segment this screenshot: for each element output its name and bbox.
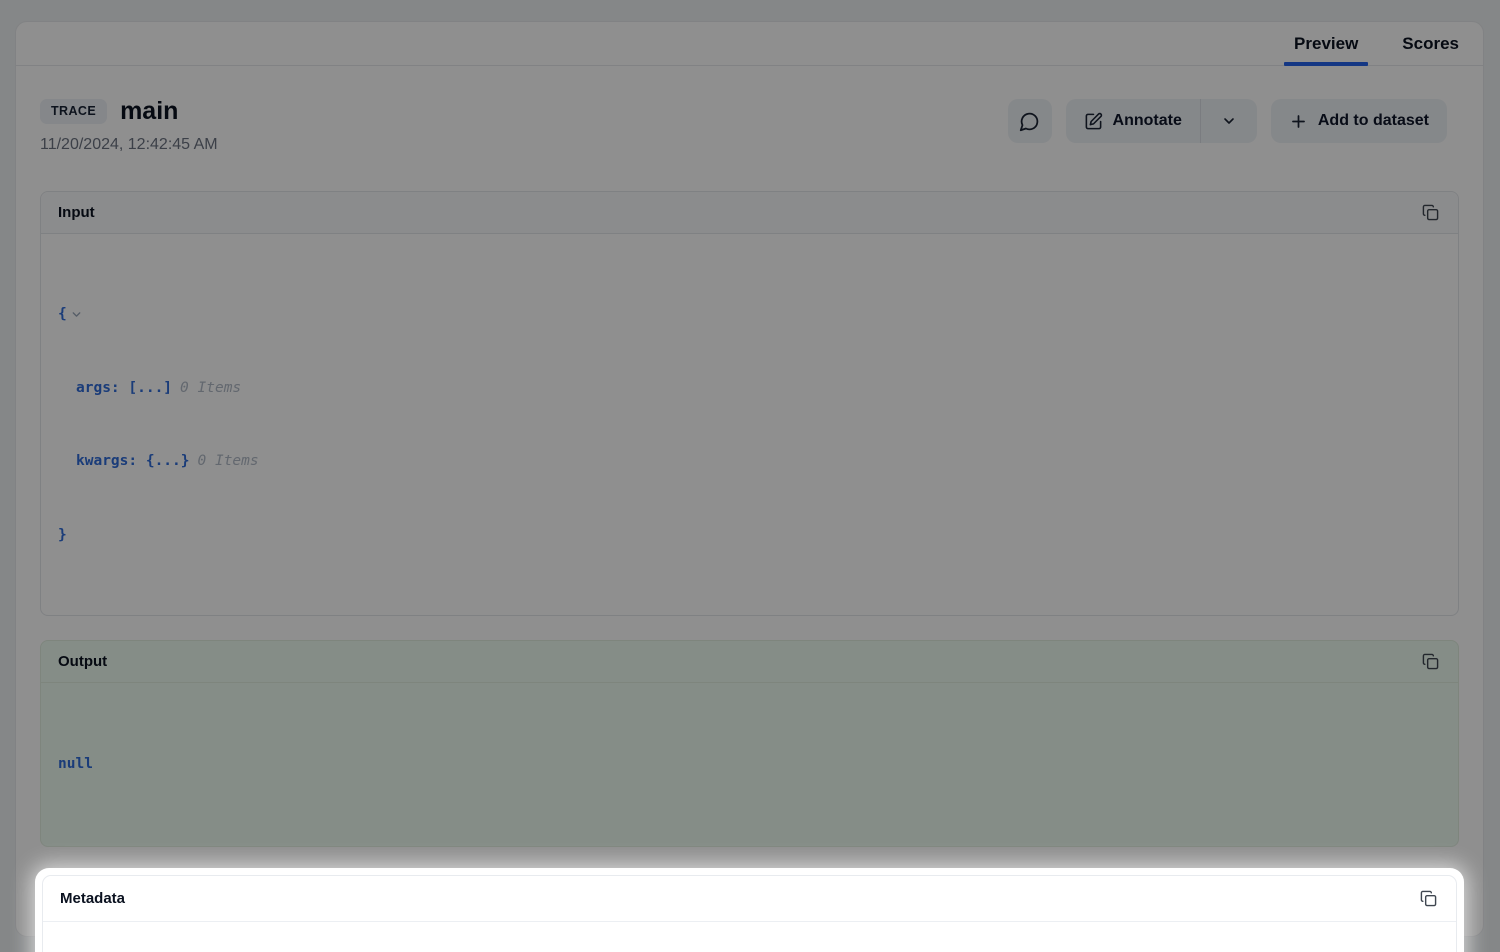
- add-to-dataset-button[interactable]: Add to dataset: [1271, 99, 1447, 143]
- tab-scores[interactable]: Scores: [1392, 22, 1469, 65]
- annotate-button[interactable]: Annotate: [1066, 99, 1201, 143]
- copy-icon: [1422, 204, 1439, 221]
- copy-icon: [1420, 890, 1437, 907]
- output-panel-title: Output: [58, 653, 107, 670]
- input-panel: Input { args: [...] 0 Items kwargs: {...}…: [40, 191, 1459, 616]
- input-json-viewer: { args: [...] 0 Items kwargs: {...} 0 Item…: [41, 234, 1458, 615]
- trace-type-badge: TRACE: [40, 99, 107, 124]
- add-to-dataset-label: Add to dataset: [1318, 112, 1429, 130]
- trace-actions: Annotate Add to dataset: [1008, 99, 1447, 143]
- tab-preview-label: Preview: [1294, 34, 1358, 54]
- json-line: }: [58, 523, 1441, 548]
- chevron-down-icon: [1221, 113, 1237, 129]
- json-line: kwargs: {...} 0 Items: [58, 449, 1441, 474]
- json-line: null: [58, 752, 1441, 777]
- copy-icon: [1422, 653, 1439, 670]
- input-panel-header: Input: [41, 192, 1458, 234]
- trace-header: TRACE main 11/20/2024, 12:42:45 AM Annot…: [40, 97, 1459, 154]
- page-background: Preview Scores TRACE main 11/20/2024, 12…: [0, 0, 1500, 952]
- trace-detail-card: Preview Scores TRACE main 11/20/2024, 12…: [15, 21, 1484, 937]
- tab-scores-label: Scores: [1402, 34, 1459, 54]
- annotate-button-label: Annotate: [1113, 112, 1182, 130]
- json-key: kwargs:: [76, 449, 137, 474]
- plus-icon: [1289, 112, 1308, 131]
- metadata-panel-header: Metadata: [43, 876, 1456, 922]
- copy-input-button[interactable]: [1420, 202, 1441, 223]
- tab-preview[interactable]: Preview: [1284, 22, 1368, 65]
- preview-scores-tabs: Preview Scores: [16, 22, 1483, 66]
- json-close-brace: }: [58, 523, 67, 548]
- page-title: main: [120, 97, 178, 126]
- comment-button[interactable]: [1008, 99, 1052, 143]
- copy-output-button[interactable]: [1420, 651, 1441, 672]
- json-collapsed-object: {...}: [146, 449, 190, 474]
- chevron-down-icon: [70, 308, 83, 321]
- json-items-count: 0 Items: [198, 449, 259, 474]
- metadata-panel: Metadata { context: "@@@langfuseMedia:ty…: [42, 875, 1457, 952]
- json-collapsed-array: [...]: [128, 376, 172, 401]
- json-null-value: null: [58, 752, 93, 777]
- output-json-viewer: null: [41, 683, 1458, 846]
- json-line: {: [58, 302, 1441, 327]
- json-open-brace: {: [58, 302, 67, 327]
- json-items-count: 0 Items: [180, 376, 241, 401]
- json-key: args:: [76, 376, 120, 401]
- collapse-toggle-button[interactable]: [70, 308, 83, 321]
- output-panel-header: Output: [41, 641, 1458, 683]
- trace-content: TRACE main 11/20/2024, 12:42:45 AM Annot…: [16, 97, 1483, 952]
- json-line: args: [...] 0 Items: [58, 376, 1441, 401]
- metadata-panel-title: Metadata: [60, 890, 125, 907]
- edit-pen-icon: [1084, 112, 1103, 131]
- input-panel-title: Input: [58, 204, 95, 221]
- copy-metadata-button[interactable]: [1418, 888, 1439, 909]
- output-panel: Output null: [40, 640, 1459, 847]
- metadata-json-viewer: { context: "@@@langfuseMedia:type=applic…: [43, 922, 1456, 952]
- comment-icon: [1019, 111, 1040, 132]
- active-tab-indicator: [1284, 62, 1368, 66]
- annotate-split-button: Annotate: [1066, 99, 1257, 143]
- metadata-spotlight: Metadata { context: "@@@langfuseMedia:ty…: [35, 868, 1464, 952]
- annotate-dropdown-button[interactable]: [1201, 99, 1257, 143]
